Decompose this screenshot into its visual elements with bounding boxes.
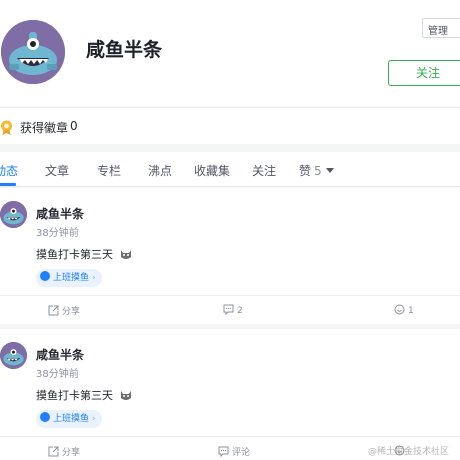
manage-label: 管理 bbox=[428, 26, 448, 37]
badges-label: 获得徽章 bbox=[20, 121, 69, 135]
profile-header: 咸鱼半条 管理 关注 bbox=[0, 0, 460, 106]
topic-tag[interactable]: 上班摸鱼 › bbox=[36, 410, 102, 428]
tab-label: 动态 bbox=[0, 164, 19, 178]
tab-collections[interactable]: 收藏集 bbox=[194, 162, 230, 179]
profile-tabs: 动态 文章 专栏 沸点 收藏集 关注 赞5 bbox=[0, 152, 460, 187]
user-profile-page: 咸鱼半条 管理 关注 获得徽章 0 动态 文章 专栏 沸点 收藏集 关注 赞 5… bbox=[0, 0, 460, 460]
post-content[interactable]: 摸鱼打卡第三天 bbox=[36, 387, 133, 403]
share-button[interactable]: 分享 bbox=[48, 304, 80, 317]
tab-label: 收藏集 bbox=[194, 164, 231, 178]
tab-following[interactable]: 关注 bbox=[252, 162, 276, 179]
like-button[interactable]: 1 bbox=[394, 304, 414, 316]
topic-label: 上班摸鱼 bbox=[53, 273, 90, 283]
tab-label: 关注 bbox=[252, 164, 277, 178]
share-label: 分享 bbox=[62, 307, 81, 317]
comment-icon bbox=[223, 304, 234, 316]
post-time: 38分钟前 bbox=[36, 228, 79, 239]
manage-dropdown[interactable]: 管理 bbox=[422, 18, 460, 38]
profile-username: 咸鱼半条 bbox=[86, 39, 163, 61]
post-text: 摸鱼打卡第三天 bbox=[36, 389, 113, 402]
feed-item: 咸鱼半条 38分钟前 摸鱼打卡第三天 上班摸鱼 › 分享 2 1 bbox=[0, 188, 460, 324]
post-actions: 分享 2 1 bbox=[0, 295, 460, 324]
cat-emoji-icon bbox=[120, 391, 131, 400]
watermark: @稀土掘金技术社区 bbox=[368, 447, 450, 457]
tab-columns[interactable]: 专栏 bbox=[97, 162, 121, 179]
like-count: 1 bbox=[408, 306, 414, 316]
share-icon bbox=[48, 446, 59, 457]
avatar[interactable] bbox=[1, 20, 65, 84]
monster-avatar-icon bbox=[0, 342, 27, 369]
comment-icon bbox=[218, 446, 229, 458]
topic-label: 上班摸鱼 bbox=[53, 414, 90, 424]
tab-pins[interactable]: 沸点 bbox=[148, 162, 172, 179]
badges-count: 0 bbox=[70, 119, 78, 133]
share-button[interactable]: 分享 bbox=[48, 445, 80, 458]
comment-label: 评论 bbox=[232, 448, 251, 458]
comment-count: 2 bbox=[237, 306, 243, 316]
feed-item: 咸鱼半条 38分钟前 摸鱼打卡第三天 上班摸鱼 › 分享 评论 bbox=[0, 329, 460, 460]
tab-label: 沸点 bbox=[148, 164, 173, 178]
author-avatar[interactable] bbox=[0, 201, 27, 228]
topic-tag[interactable]: 上班摸鱼 › bbox=[36, 269, 102, 287]
medal-icon bbox=[1, 120, 12, 135]
comment-button[interactable]: 2 bbox=[223, 304, 243, 316]
tab-dynamic[interactable]: 动态 bbox=[0, 162, 18, 179]
tab-label: 赞 bbox=[299, 164, 312, 178]
chevron-right-icon: › bbox=[92, 414, 96, 424]
share-icon bbox=[48, 305, 59, 316]
tab-label: 文章 bbox=[45, 164, 70, 178]
topic-icon bbox=[40, 271, 50, 281]
author-avatar[interactable] bbox=[0, 342, 27, 369]
topic-icon bbox=[40, 412, 50, 422]
badges-row[interactable]: 获得徽章 0 bbox=[0, 107, 460, 144]
tab-likes-count: 5 bbox=[314, 164, 322, 178]
post-text: 摸鱼打卡第三天 bbox=[36, 248, 113, 261]
post-time: 38分钟前 bbox=[36, 369, 79, 380]
post-author[interactable]: 咸鱼半条 bbox=[36, 205, 84, 222]
cat-emoji-icon bbox=[120, 250, 131, 259]
caret-down-icon bbox=[325, 168, 334, 173]
follow-button[interactable]: 关注 bbox=[388, 60, 460, 86]
like-icon bbox=[394, 304, 405, 315]
tab-articles[interactable]: 文章 bbox=[45, 162, 69, 179]
active-tab-indicator bbox=[0, 183, 16, 186]
comment-button[interactable]: 评论 bbox=[218, 445, 250, 458]
monster-avatar-icon bbox=[1, 20, 65, 84]
share-label: 分享 bbox=[62, 448, 81, 458]
tab-label: 专栏 bbox=[97, 164, 122, 178]
monster-avatar-icon bbox=[0, 201, 27, 228]
post-content[interactable]: 摸鱼打卡第三天 bbox=[36, 246, 133, 262]
tab-likes[interactable]: 赞5 bbox=[299, 162, 334, 179]
post-author[interactable]: 咸鱼半条 bbox=[36, 346, 84, 363]
chevron-right-icon: › bbox=[92, 273, 96, 283]
